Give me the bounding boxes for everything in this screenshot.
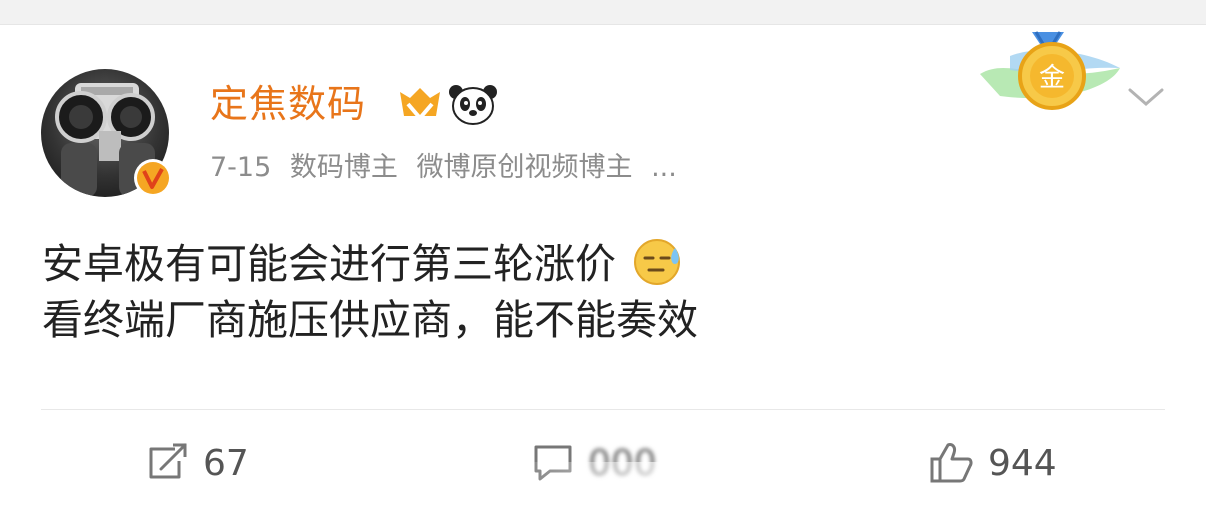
post-meta: 7-15 数码博主 微博原创视频博主 ... (210, 148, 687, 188)
top-bar (0, 0, 1206, 25)
post-line-1-text: 安卓极有可能会进行第三轮涨价 (42, 240, 616, 288)
svg-text:金: 金 (1039, 63, 1065, 93)
action-divider (41, 409, 1165, 410)
panda-icon (449, 85, 497, 125)
sweat-emoji-icon (634, 239, 681, 285)
like-button[interactable]: 944 (928, 440, 1057, 486)
author-name[interactable]: 定焦数码 (210, 80, 366, 128)
meta-ellipsis: ... (651, 152, 677, 183)
author-avatar[interactable] (41, 69, 172, 197)
post-line-1: 安卓极有可能会进行第三轮涨价 (42, 236, 1162, 292)
author-tag-digital: 数码博主 (289, 152, 398, 183)
chevron-down-icon[interactable] (1126, 80, 1166, 114)
like-count: 944 (988, 442, 1057, 484)
post-date: 7-15 (210, 152, 272, 183)
post-line-2: 看终端厂商施压供应商，能不能奏效 (42, 296, 698, 344)
like-icon (930, 443, 973, 483)
post-content: 安卓极有可能会进行第三轮涨价 看终端厂商施压供应商，能不能奏效 (42, 236, 1162, 348)
gold-medal-icon: 金 (980, 31, 1120, 110)
crown-badge-icon (400, 88, 440, 122)
author-tag-video: 微博原创视频博主 (416, 152, 633, 183)
repost-icon (149, 443, 187, 479)
verified-badge-icon (134, 159, 172, 197)
repost-count: 67 (203, 442, 249, 484)
author-badges (398, 82, 498, 126)
repost-button[interactable]: 67 (145, 440, 249, 486)
comment-fade (500, 462, 706, 502)
